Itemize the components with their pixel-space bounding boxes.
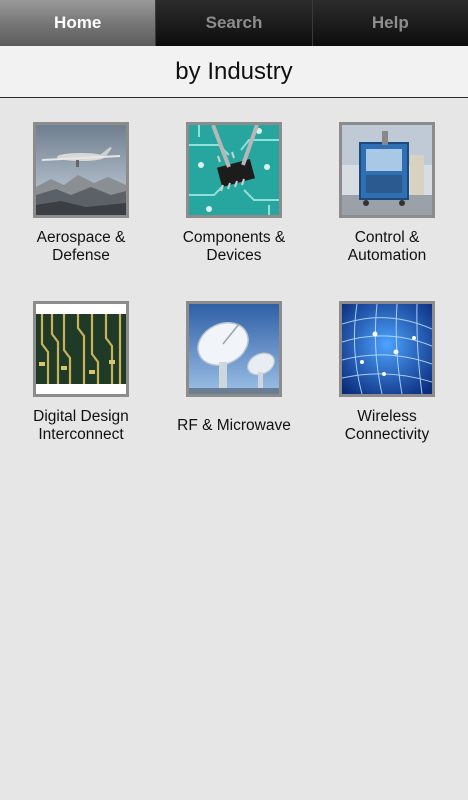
industry-label: Control & Automation (347, 229, 427, 264)
tab-home[interactable]: Home (0, 0, 157, 46)
pcb-traces-icon[interactable] (33, 301, 129, 397)
industry-item-components[interactable]: Components & Devices (156, 122, 312, 272)
industry-item-wireless[interactable]: Wireless Connectivity (309, 301, 465, 451)
wireless-mesh-icon[interactable] (339, 301, 435, 397)
page-header: by Industry (0, 46, 468, 98)
satellite-dish-icon[interactable] (186, 301, 282, 397)
tab-bar: Home Search Help (0, 0, 468, 46)
automation-machine-icon[interactable] (339, 122, 435, 218)
circuit-chip-icon[interactable] (186, 122, 282, 218)
industry-label: Wireless Connectivity (344, 408, 430, 443)
industry-item-rf-microwave[interactable]: RF & Microwave (156, 301, 312, 451)
industry-label: RF & Microwave (177, 417, 291, 434)
tab-search[interactable]: Search (156, 0, 313, 46)
aerospace-drone-icon[interactable] (33, 122, 129, 218)
page-title: by Industry (175, 57, 293, 85)
industry-item-digital-design[interactable]: Digital Design Interconnect (3, 301, 159, 451)
industry-label: Components & Devices (182, 229, 286, 264)
industry-item-aerospace[interactable]: Aerospace & Defense (3, 122, 159, 272)
industry-label: Digital Design Interconnect (33, 408, 129, 443)
tab-help[interactable]: Help (312, 0, 468, 46)
industry-label: Aerospace & Defense (36, 229, 126, 264)
industry-item-control[interactable]: Control & Automation (309, 122, 465, 272)
